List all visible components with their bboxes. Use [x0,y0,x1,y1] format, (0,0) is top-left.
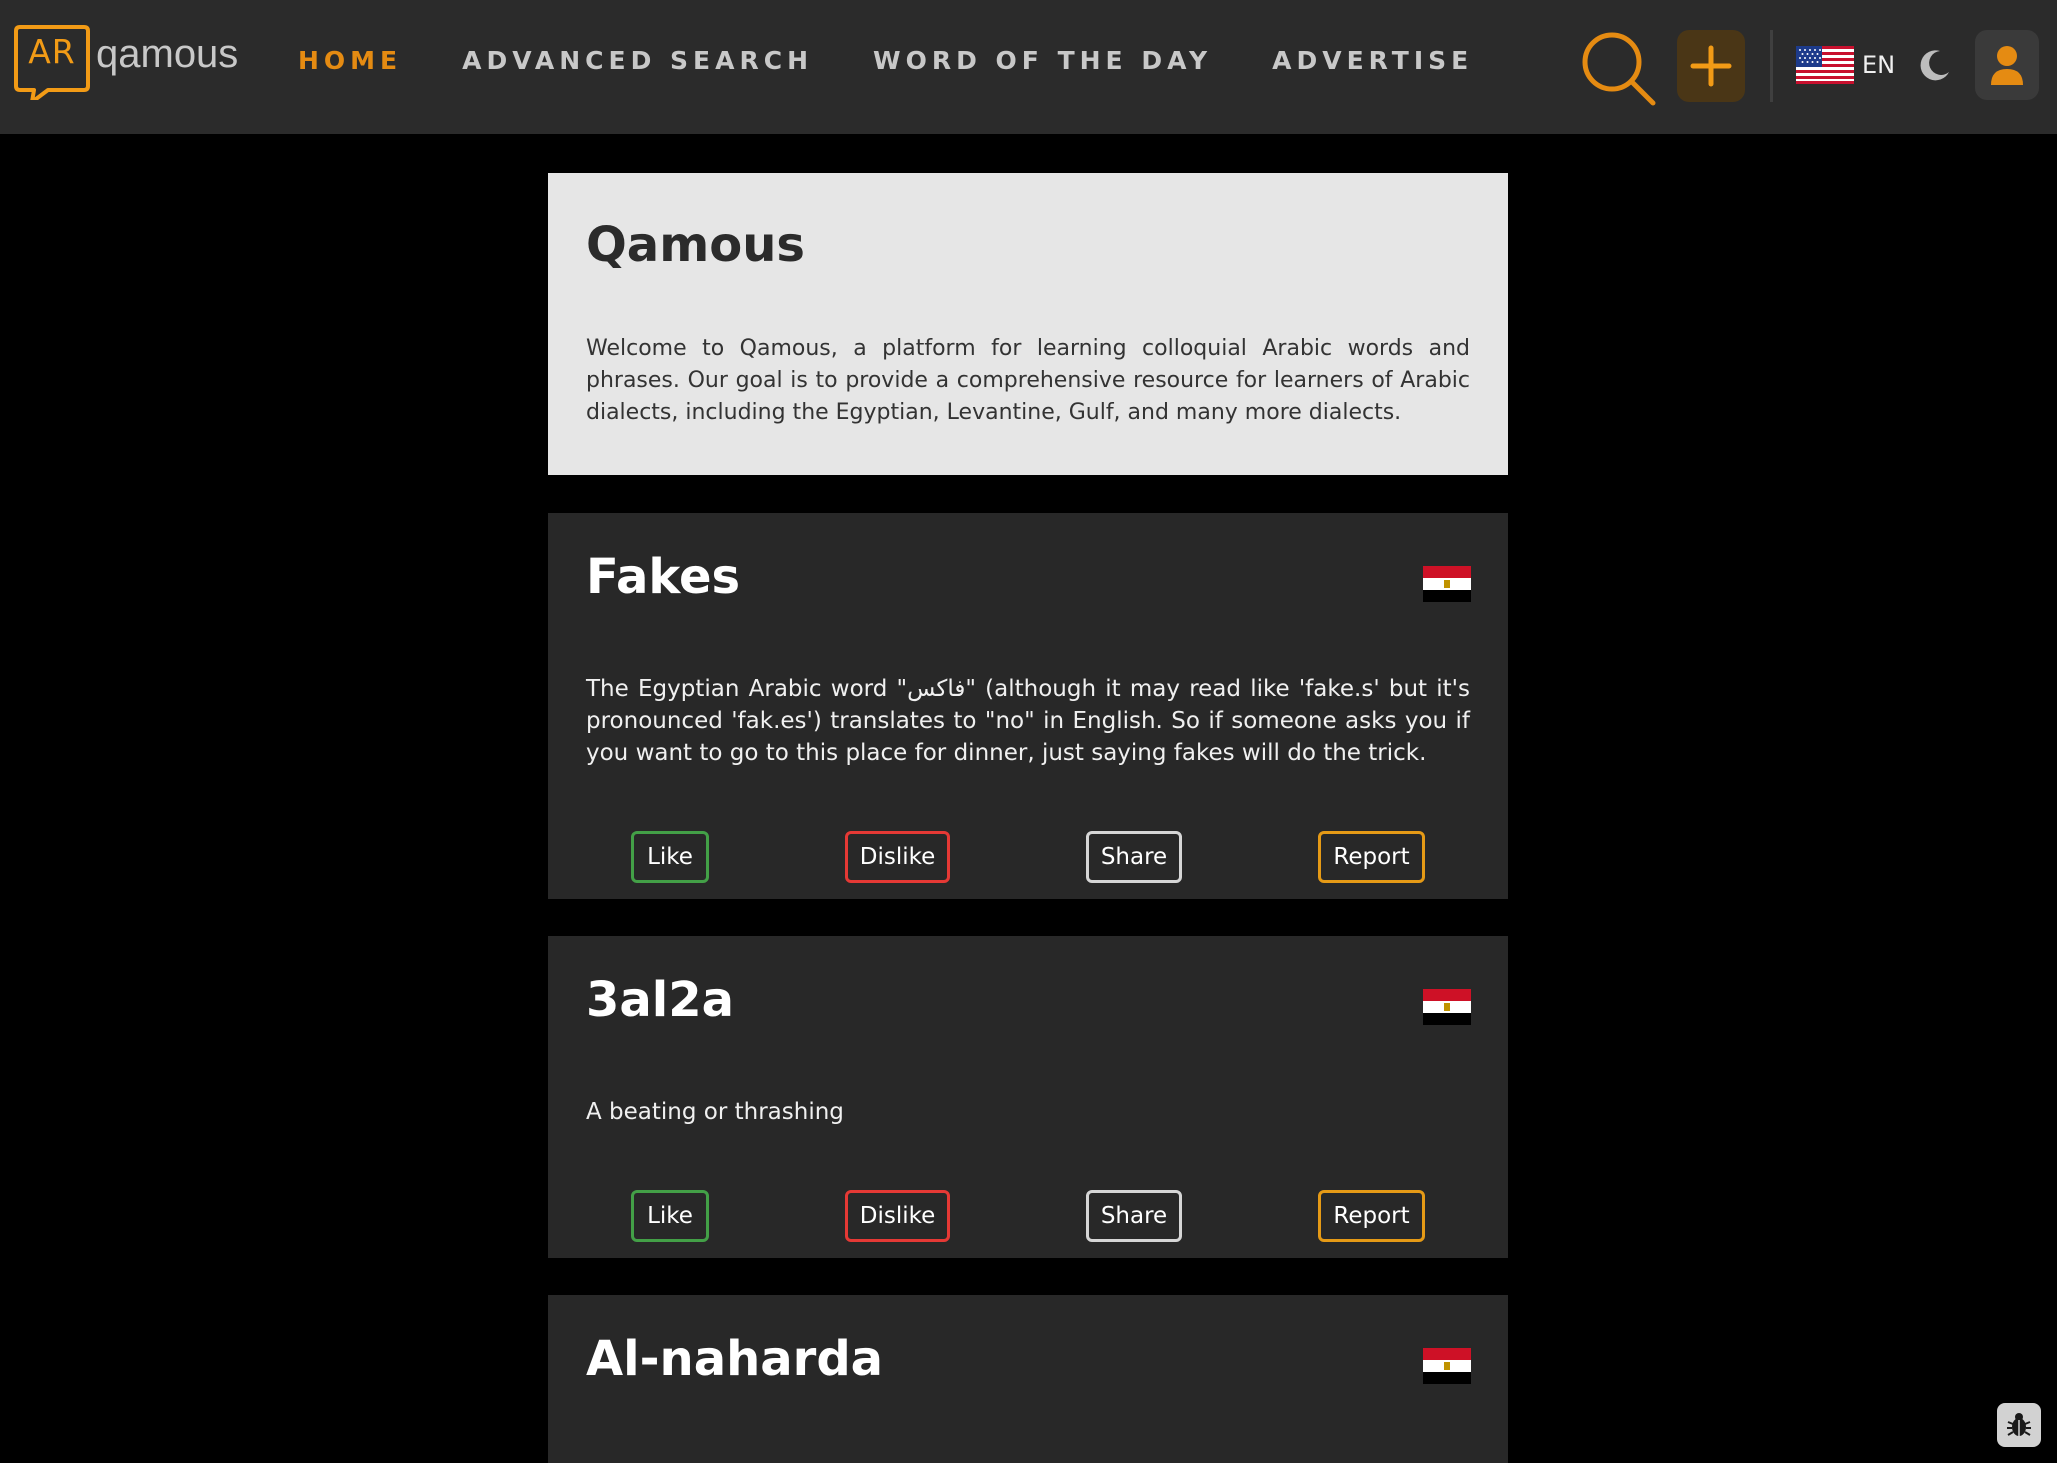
egypt-flag-icon [1423,1348,1471,1384]
language-selector[interactable]: EN [1796,44,1895,86]
word-definition: A beating or thrashing [586,1099,844,1125]
logo-wordmark: qamous [96,32,239,76]
dislike-button[interactable]: Dislike [845,1190,950,1242]
word-card: 3al2a A beating or thrashing Like Dislik… [548,936,1508,1258]
site-logo[interactable]: AR qamous [14,24,238,104]
report-button[interactable]: Report [1318,831,1425,883]
egypt-flag-icon [1423,989,1471,1025]
user-icon [1991,46,2023,85]
share-button[interactable]: Share [1086,1190,1182,1242]
egypt-flag-icon [1423,566,1471,602]
search-icon[interactable] [1578,28,1658,108]
like-button[interactable]: Like [631,1190,709,1242]
word-title: 3al2a [586,972,735,1028]
plus-icon [1690,45,1732,87]
logo-speech-bubble-icon: AR [14,24,90,100]
bug-report-button[interactable] [1997,1403,2041,1447]
top-navbar: AR qamous HOME ADVANCED SEARCH WORD OF T… [0,0,2057,134]
user-account-button[interactable] [1975,30,2039,100]
intro-text: Welcome to Qamous, a platform for learni… [586,336,1470,425]
intro-title: Qamous [586,217,805,273]
report-button[interactable]: Report [1318,1190,1425,1242]
nav-advanced-search[interactable]: ADVANCED SEARCH [462,46,813,75]
logo-badge-text: AR [28,32,76,71]
nav-word-of-the-day[interactable]: WORD OF THE DAY [873,46,1212,75]
add-word-button[interactable] [1677,30,1745,102]
word-card: Fakes The Egyptian Arabic word "فاكس" (a… [548,513,1508,899]
moon-icon[interactable] [1918,48,1952,82]
dislike-button[interactable]: Dislike [845,831,950,883]
nav-home[interactable]: HOME [298,46,402,75]
share-button[interactable]: Share [1086,831,1182,883]
word-card: Al-naharda [548,1295,1508,1463]
language-code: EN [1862,51,1896,79]
navbar-divider [1770,30,1773,102]
bug-icon [2007,1413,2031,1436]
like-button[interactable]: Like [631,831,709,883]
word-definition: The Egyptian Arabic word "فاكس" (althoug… [586,676,1470,766]
word-title: Al-naharda [586,1331,884,1387]
intro-card: Qamous Welcome to Qamous, a platform for… [548,173,1508,475]
nav-advertise[interactable]: ADVERTISE [1272,46,1473,75]
main-nav: HOME ADVANCED SEARCH WORD OF THE DAY ADV… [298,46,1533,75]
us-flag-icon [1796,46,1854,84]
word-title: Fakes [586,549,741,605]
